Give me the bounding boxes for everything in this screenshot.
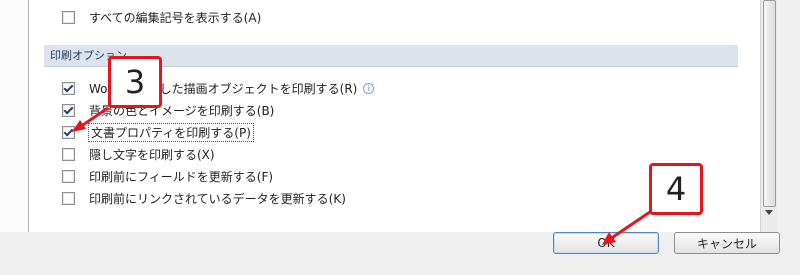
options-dialog: すべての編集記号を表示する(A) 印刷オプション Word で作成した描画オブジ… (0, 0, 800, 275)
annotation-arrows (72, 106, 651, 245)
step4-arrow (609, 210, 651, 241)
step3-arrow-head (72, 120, 86, 132)
step4-callout: 4 (649, 163, 703, 215)
step4-arrow-head (602, 232, 616, 245)
step3-arrow (79, 106, 109, 129)
step3-callout: 3 (108, 56, 162, 108)
